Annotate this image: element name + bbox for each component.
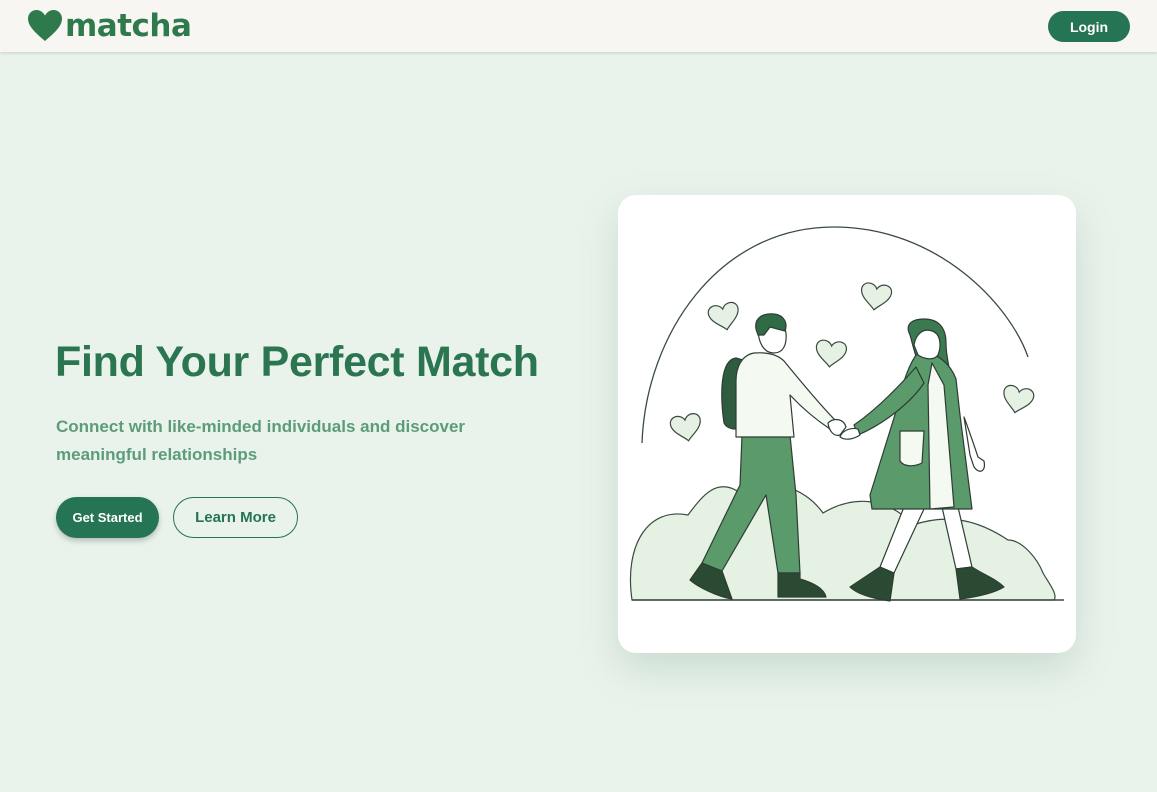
illustration-card <box>618 195 1076 653</box>
heart-icon <box>860 282 893 311</box>
heart-icon <box>707 301 739 331</box>
hero-subtitle: Connect with like-minded individuals and… <box>56 417 466 464</box>
arch-line <box>641 226 1029 444</box>
login-button[interactable]: Login <box>1048 11 1130 42</box>
couple-illustration <box>629 226 1064 602</box>
top-header: matcha Login <box>0 0 1157 52</box>
learn-more-button[interactable]: Learn More <box>173 497 298 538</box>
heart-icon <box>815 339 847 368</box>
logo[interactable]: matcha <box>27 8 192 44</box>
logo-text: matcha <box>65 8 192 44</box>
heart-icon <box>28 10 62 41</box>
hero-title: Find Your Perfect Match <box>55 338 539 386</box>
get-started-button[interactable]: Get Started <box>56 497 159 538</box>
heart-icon <box>1003 384 1035 414</box>
heart-icon <box>669 413 701 442</box>
